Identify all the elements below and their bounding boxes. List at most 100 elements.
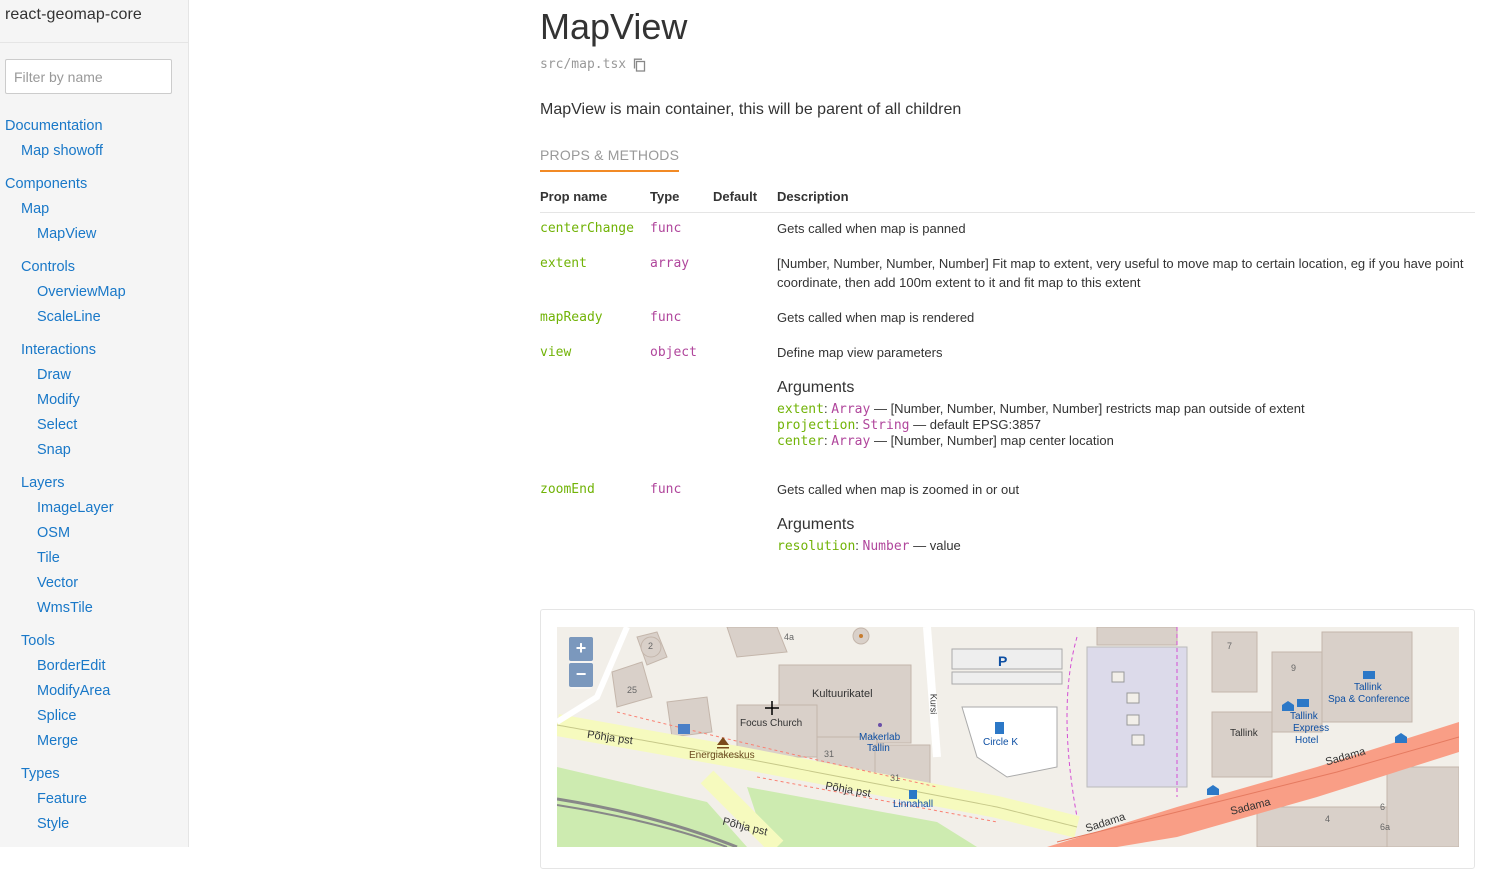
prop-type: object <box>650 345 697 360</box>
sidebar: react-geomap-core Documentation Map showo… <box>0 0 189 847</box>
sidebar-item-interactions[interactable]: Interactions <box>21 342 96 358</box>
prop-name: extent <box>540 256 587 271</box>
parking-icon: P <box>998 653 1008 669</box>
sidebar-item-modify[interactable]: Modify <box>37 392 80 408</box>
map-label: Kultuurikatel <box>812 688 873 700</box>
map-label: Hotel <box>1295 735 1319 746</box>
crosshair-cursor-icon <box>765 701 779 715</box>
filter-input[interactable] <box>5 59 172 94</box>
tab-props-methods[interactable]: PROPS & METHODS <box>540 147 680 172</box>
brand-title[interactable]: react-geomap-core <box>5 6 142 24</box>
map-label: Spa & Conference <box>1328 694 1410 705</box>
map-label: Kursi <box>928 693 939 715</box>
map-label: Tallin <box>867 743 890 754</box>
arg-type: Array <box>831 402 871 417</box>
zoom-out-button[interactable]: − <box>569 663 593 687</box>
argument-item: extent: Array — [Number, Number, Number,… <box>777 401 1305 417</box>
sidebar-item-types[interactable]: Types <box>21 766 60 782</box>
sidebar-item-tile[interactable]: Tile <box>37 550 60 566</box>
argument-item: resolution: Number — value <box>777 538 961 554</box>
map-label: Tallink <box>1230 728 1258 739</box>
sidebar-item-snap[interactable]: Snap <box>37 442 71 458</box>
arg-text: — [Number, Number] map center location <box>870 433 1114 448</box>
sidebar-item-tools[interactable]: Tools <box>21 633 55 649</box>
arg-type: String <box>862 418 910 433</box>
sidebar-item-modifyarea[interactable]: ModifyArea <box>37 683 110 699</box>
arg-name: extent <box>777 402 824 417</box>
prop-type: array <box>650 256 690 271</box>
arg-text: — value <box>909 538 961 553</box>
col-default: Default <box>713 189 758 204</box>
col-description: Description <box>777 189 849 204</box>
map-label: 7 <box>1227 641 1233 651</box>
brand-divider <box>0 42 188 43</box>
map-label: 9 <box>1291 663 1297 673</box>
map-label: 4a <box>784 632 795 642</box>
map-label: Tallink <box>1354 682 1382 693</box>
copy-icon[interactable] <box>633 58 646 72</box>
sidebar-item-splice[interactable]: Splice <box>37 708 77 724</box>
map-label: Linnahall <box>893 799 934 810</box>
sidebar-item-osm[interactable]: OSM <box>37 525 70 541</box>
arg-type: Number <box>862 539 910 554</box>
argument-item: center: Array — [Number, Number] map cen… <box>777 433 1114 449</box>
map-label: Focus Church <box>740 718 803 729</box>
sidebar-item-feature[interactable]: Feature <box>37 791 87 807</box>
sidebar-item-borderedit[interactable]: BorderEdit <box>37 658 106 674</box>
sidebar-item-merge[interactable]: Merge <box>37 733 78 749</box>
sidebar-item-controls[interactable]: Controls <box>21 259 75 275</box>
map-view[interactable]: + − Kultuurikatel Focus Church Makerlab … <box>557 627 1459 847</box>
arg-text: — [Number, Number, Number, Number] restr… <box>870 401 1305 416</box>
map-label: Circle K <box>983 737 1019 748</box>
arguments-title: Arguments <box>777 379 855 396</box>
arg-name: center <box>777 434 824 449</box>
map-label: Express <box>1293 723 1330 734</box>
prop-type: func <box>650 221 682 236</box>
sidebar-item-mapview[interactable]: MapView <box>37 226 96 242</box>
arg-text: — default EPSG:3857 <box>909 417 1042 432</box>
prop-name: zoomEnd <box>540 482 595 497</box>
col-prop-name: Prop name <box>540 189 608 204</box>
prop-description: Define map view parameters <box>777 345 943 360</box>
map-label: 25 <box>627 685 638 695</box>
sidebar-item-map[interactable]: Map <box>21 201 49 217</box>
zoom-control: + − <box>569 637 593 689</box>
component-description: MapView is main container, this will be … <box>540 101 962 118</box>
sidebar-item-scaleline[interactable]: ScaleLine <box>37 309 101 325</box>
prop-description: [Number, Number, Number, Number] Fit map… <box>777 256 1464 290</box>
map-label: 6a <box>1380 822 1391 832</box>
sidebar-item-style[interactable]: Style <box>37 816 69 832</box>
prop-description: Gets called when map is panned <box>777 221 966 236</box>
sidebar-item-layers[interactable]: Layers <box>21 475 65 491</box>
map-label: 2 <box>648 641 654 651</box>
sidebar-item-draw[interactable]: Draw <box>37 367 71 383</box>
map-label: Tallink <box>1290 711 1318 722</box>
prop-description: Gets called when map is rendered <box>777 310 975 325</box>
col-type: Type <box>650 189 680 204</box>
props-table-header: Prop name Type Default Description <box>540 188 1475 213</box>
sidebar-item-components[interactable]: Components <box>5 176 87 192</box>
prop-type: func <box>650 310 682 325</box>
sidebar-item-imagelayer[interactable]: ImageLayer <box>37 500 114 516</box>
prop-type: func <box>650 482 682 497</box>
map-label: 6 <box>1380 802 1386 812</box>
arguments-title: Arguments <box>777 516 855 533</box>
zoom-in-button[interactable]: + <box>569 637 593 661</box>
sidebar-item-overviewmap[interactable]: OverviewMap <box>37 284 126 300</box>
sidebar-item-map-showoff[interactable]: Map showoff <box>21 143 103 159</box>
prop-name: view <box>540 345 572 360</box>
prop-name: centerChange <box>540 221 634 236</box>
sidebar-item-select[interactable]: Select <box>37 417 77 433</box>
sidebar-item-vector[interactable]: Vector <box>37 575 78 591</box>
source-path: src/map.tsx <box>540 57 627 72</box>
map-label: 4 <box>1325 814 1331 824</box>
map-label: Energiakeskus <box>689 750 755 761</box>
prop-description: Gets called when map is zoomed in or out <box>777 482 1020 497</box>
arg-type: Array <box>831 434 871 449</box>
map-label: 31 <box>890 773 901 783</box>
sidebar-item-wmstile[interactable]: WmsTile <box>37 600 93 616</box>
arg-name: resolution <box>777 539 856 554</box>
page-title: MapView <box>540 6 688 47</box>
sidebar-item-documentation[interactable]: Documentation <box>5 118 103 134</box>
argument-item: projection: String — default EPSG:3857 <box>777 417 1042 433</box>
